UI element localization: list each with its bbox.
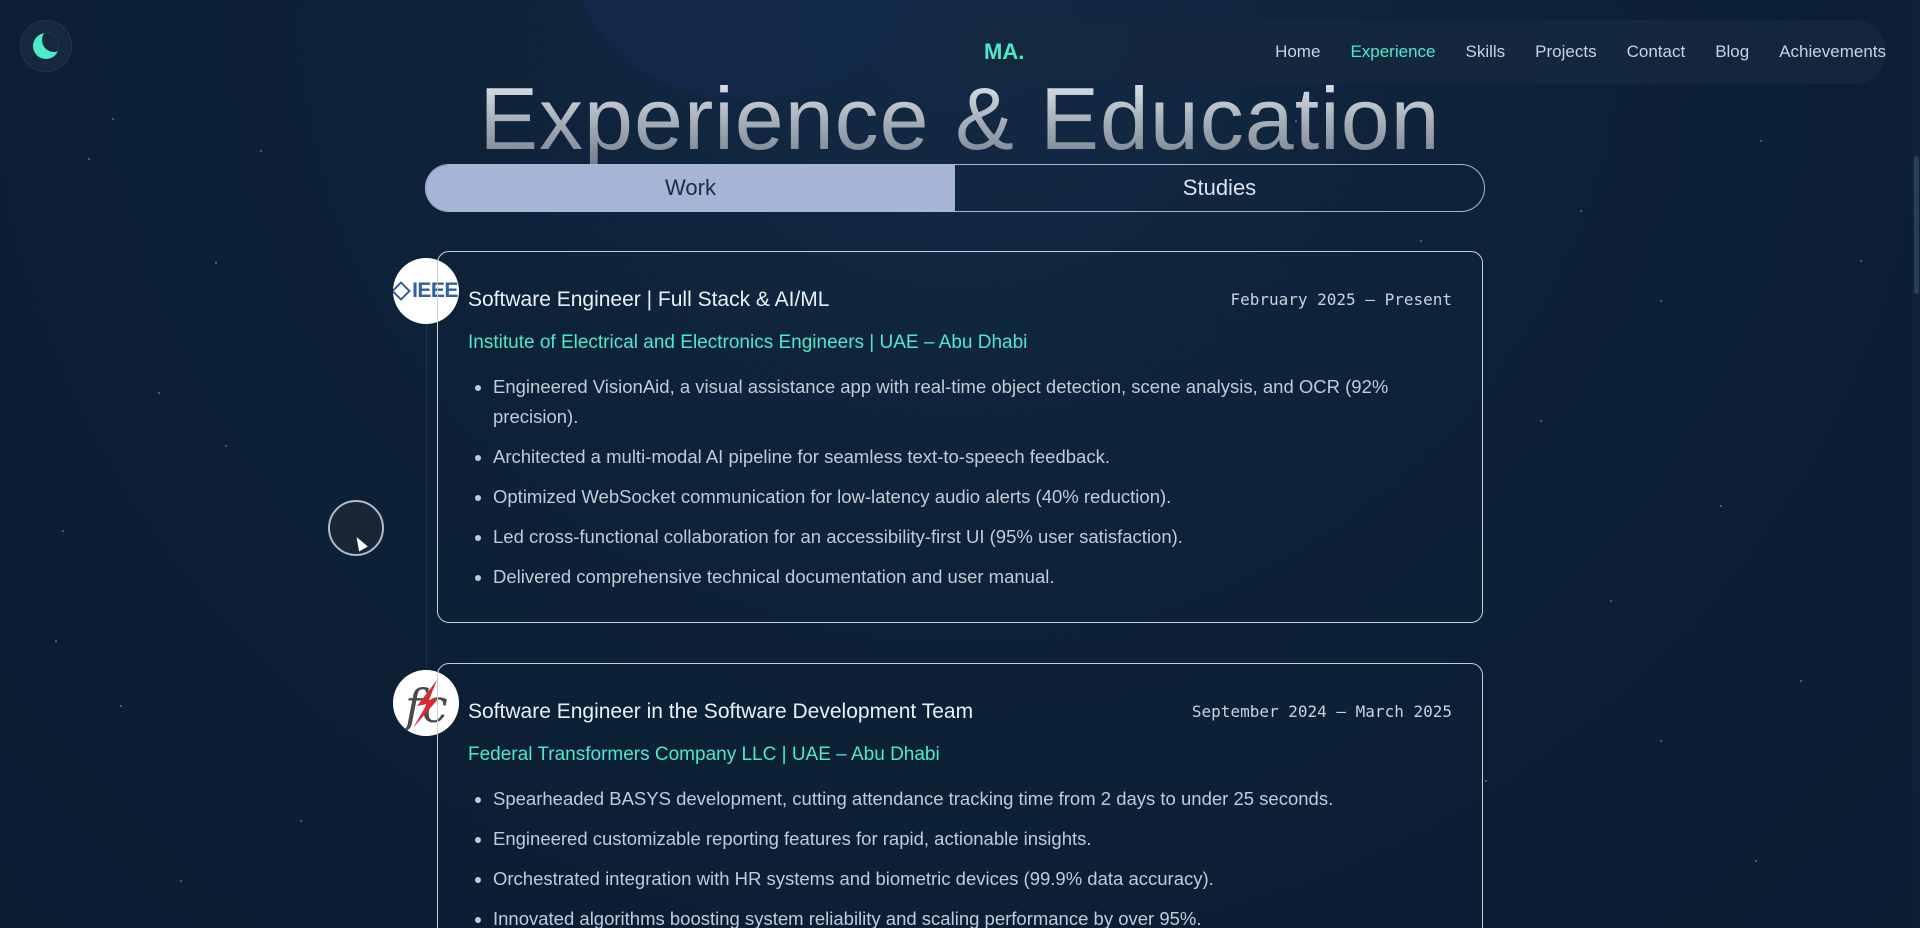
experience-tabs: Work Studies — [425, 164, 1485, 212]
job-bullet: Orchestrated integration with HR systems… — [493, 864, 1452, 894]
experience-card: Software Engineer in the Software Develo… — [437, 663, 1483, 928]
nav-link-projects[interactable]: Projects — [1535, 42, 1596, 62]
company-link[interactable]: Institute of Electrical and Electronics … — [468, 332, 1027, 354]
experience-card: Software Engineer | Full Stack & AI/ML F… — [437, 251, 1483, 623]
job-bullet: Delivered comprehensive technical docume… — [493, 562, 1452, 592]
nav-link-experience[interactable]: Experience — [1350, 42, 1435, 62]
nav-link-home[interactable]: Home — [1275, 42, 1320, 62]
scrollbar[interactable] — [1912, 0, 1920, 928]
job-bullet: Architected a multi-modal AI pipeline fo… — [493, 442, 1452, 472]
tab-work[interactable]: Work — [426, 165, 955, 211]
nav-link-blog[interactable]: Blog — [1715, 42, 1749, 62]
company-link[interactable]: Federal Transformers Company LLC | UAE –… — [468, 744, 940, 766]
job-bullet: Innovated algorithms boosting system rel… — [493, 904, 1452, 928]
job-bullets: Spearheaded BASYS development, cutting a… — [468, 784, 1452, 928]
tab-studies[interactable]: Studies — [955, 165, 1484, 211]
nav-link-skills[interactable]: Skills — [1466, 42, 1506, 62]
job-bullet: Led cross-functional collaboration for a… — [493, 522, 1452, 552]
scrollbar-thumb[interactable] — [1914, 156, 1919, 294]
job-date: September 2024 – March 2025 — [1191, 702, 1452, 721]
nav-link-contact[interactable]: Contact — [1627, 42, 1686, 62]
job-bullet: Spearheaded BASYS development, cutting a… — [493, 784, 1452, 814]
job-bullet: Engineered VisionAid, a visual assistanc… — [493, 372, 1452, 432]
job-date: February 2025 – Present — [1230, 290, 1452, 309]
job-bullets: Engineered VisionAid, a visual assistanc… — [468, 372, 1452, 602]
job-bullet: Engineered customizable reporting featur… — [493, 824, 1452, 854]
ieee-diamond-icon — [393, 281, 411, 301]
theme-toggle-button[interactable] — [20, 20, 72, 72]
site-logo[interactable]: MA. — [984, 39, 1024, 65]
nav-link-achievements[interactable]: Achievements — [1779, 42, 1886, 62]
timeline-line — [426, 290, 427, 670]
moon-icon — [33, 33, 59, 59]
job-bullet: Optimized WebSocket communication for lo… — [493, 482, 1452, 512]
page-title: Experience & Education — [0, 68, 1920, 170]
job-title: Software Engineer in the Software Develo… — [468, 700, 974, 723]
job-title: Software Engineer | Full Stack & AI/ML — [468, 288, 830, 311]
